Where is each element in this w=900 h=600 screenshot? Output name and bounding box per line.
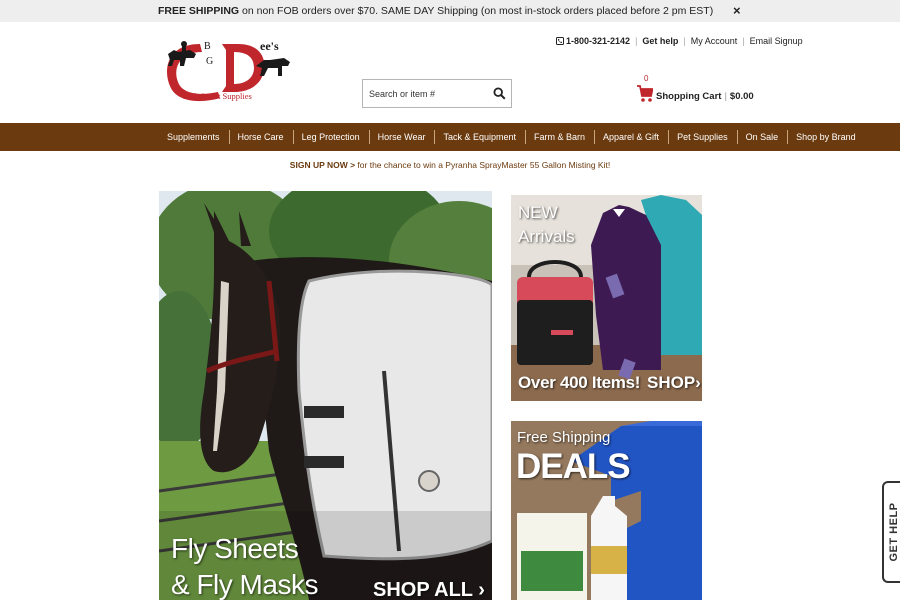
free-shipping-deals-tile[interactable]: Free Shipping DEALS <box>511 421 702 600</box>
new-arrivals-shop-link[interactable]: SHOP› <box>647 373 701 393</box>
promo-bold: FREE SHIPPING <box>158 5 240 17</box>
hero-banner[interactable]: Fly Sheets & Fly Masks SHOP ALL › <box>159 191 492 600</box>
nav-item-on-sale[interactable]: On Sale <box>736 123 788 151</box>
new-arrivals-line2: Arrivals <box>518 227 575 246</box>
nav-item-pet-supplies[interactable]: Pet Supplies <box>668 123 737 151</box>
util-divider: | <box>683 36 686 46</box>
utility-links: 1-800-321-2142 | Get help | My Account |… <box>556 36 803 46</box>
logo-tagline: Tack & Vet Supplies <box>182 91 252 101</box>
deals-line1: Free Shipping <box>517 429 611 446</box>
util-divider: | <box>742 36 745 46</box>
phone-link[interactable]: 1-800-321-2142 <box>556 36 630 46</box>
cart-icon <box>637 85 653 102</box>
signup-cta[interactable]: SIGN UP NOW > <box>290 160 355 170</box>
nav-item-shop-by-brand[interactable]: Shop by Brand <box>787 123 865 151</box>
logo-brand-suffix: ee's <box>260 39 279 53</box>
search-input[interactable] <box>363 80 487 107</box>
nav-item-horse-wear[interactable]: Horse Wear <box>368 123 435 151</box>
hero-title-line1: Fly Sheets <box>171 533 299 564</box>
close-promo-button[interactable]: × <box>733 0 741 22</box>
my-account-link[interactable]: My Account <box>691 36 738 46</box>
cart-label: Shopping Cart <box>656 91 722 102</box>
nav-item-apparel-gift[interactable]: Apparel & Gift <box>594 123 668 151</box>
promo-text: FREE SHIPPING on non FOB orders over $70… <box>158 0 713 22</box>
main-nav: Supplements Horse Care Leg Protection Ho… <box>0 123 900 151</box>
shopping-cart[interactable]: 0 Shopping Cart | $0.00 <box>637 74 754 104</box>
logo-letter-g: G <box>206 56 213 67</box>
search-icon[interactable] <box>493 87 506 100</box>
nav-item-supplements[interactable]: Supplements <box>158 123 229 151</box>
new-arrivals-image <box>511 195 702 401</box>
cart-count: 0 <box>644 74 649 83</box>
util-divider: | <box>635 36 638 46</box>
promo-detail: on non FOB orders over $70. SAME DAY Shi… <box>239 5 714 17</box>
nav-item-horse-care[interactable]: Horse Care <box>228 123 293 151</box>
hero-shop-all-link[interactable]: SHOP ALL › <box>373 579 485 600</box>
new-arrivals-count: Over 400 Items! <box>518 373 641 392</box>
email-signup-link[interactable]: Email Signup <box>750 36 803 46</box>
cart-divider: | <box>724 91 727 102</box>
hero-title-line2: & Fly Masks <box>171 569 318 600</box>
promo-bar: FREE SHIPPING on non FOB orders over $70… <box>0 0 900 22</box>
nav-item-tack-equipment[interactable]: Tack & Equipment <box>434 123 525 151</box>
signup-text: for the chance to win a Pyranha SprayMas… <box>355 160 611 170</box>
cart-total: $0.00 <box>729 91 754 102</box>
phone-icon <box>556 37 564 45</box>
nav-list: Supplements Horse Care Leg Protection Ho… <box>158 123 865 151</box>
nav-item-leg-protection[interactable]: Leg Protection <box>292 123 369 151</box>
phone-number: 1-800-321-2142 <box>566 36 631 46</box>
get-help-link[interactable]: Get help <box>642 36 678 46</box>
signup-banner[interactable]: SIGN UP NOW > for the chance to win a Py… <box>0 160 900 170</box>
logo-graphic: B G ee's Tack & Vet Supplies <box>167 39 290 102</box>
nav-item-farm-barn[interactable]: Farm & Barn <box>525 123 594 151</box>
deals-line2: DEALS <box>516 447 631 486</box>
logo-letter-b: B <box>204 41 211 52</box>
get-help-label: GET HELP <box>888 502 900 562</box>
cart-icon-wrap: 0 <box>637 74 653 104</box>
search-box <box>362 79 512 108</box>
new-arrivals-line1: NEW <box>518 203 558 222</box>
new-arrivals-tile[interactable]: NEW Arrivals Over 400 Items! SHOP› <box>511 195 702 401</box>
get-help-tab[interactable]: GET HELP <box>882 481 900 583</box>
site-logo[interactable]: B G ee's Tack & Vet Supplies <box>160 36 296 106</box>
